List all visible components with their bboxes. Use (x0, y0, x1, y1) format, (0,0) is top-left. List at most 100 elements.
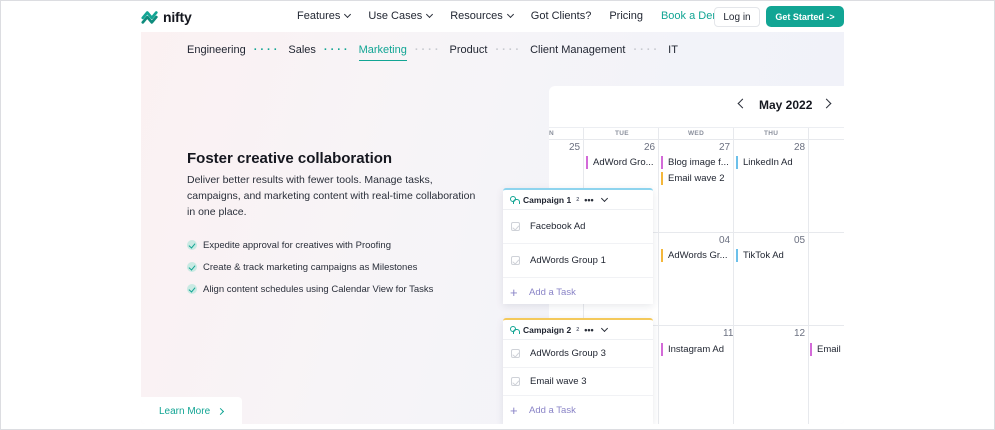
tab-client-management[interactable]: Client Management (530, 44, 625, 56)
tab-separator: ···· (253, 44, 281, 56)
calendar-month: May 2022 (759, 98, 813, 112)
use-case-tabs: Engineering ···· Sales ···· Marketing ··… (187, 44, 678, 61)
chevron-down-icon[interactable] (600, 324, 608, 332)
campaign-header[interactable]: Campaign 2 2 ••• (503, 320, 653, 340)
day-number: 04 (719, 235, 731, 246)
plus-icon: + (510, 284, 518, 300)
task-row[interactable]: Facebook Ad (503, 210, 653, 244)
nav-resources[interactable]: Resources (450, 10, 514, 22)
nav-resources-label: Resources (450, 10, 503, 22)
task-row[interactable]: Email wave 3 (503, 368, 653, 396)
calendar-event[interactable]: Blog image f... (661, 156, 731, 169)
task-label: AdWords Group 1 (530, 255, 606, 266)
check-circle-icon (187, 262, 197, 272)
more-options-icon[interactable]: ••• (584, 325, 593, 335)
feature-label: Create & track marketing campaigns as Mi… (203, 261, 418, 273)
feature-label: Expedite approval for creatives with Pro… (203, 239, 391, 251)
tab-marketing[interactable]: Marketing (358, 44, 408, 61)
nav-pricing-label: Pricing (609, 10, 643, 22)
task-label: Facebook Ad (530, 221, 586, 232)
get-started-button[interactable]: Get Started -> (766, 6, 844, 27)
task-checkbox[interactable] (511, 377, 520, 386)
tab-engineering[interactable]: Engineering (187, 44, 246, 56)
learn-more-link[interactable]: Learn More (141, 397, 242, 424)
grid-line (549, 139, 844, 140)
milestone-icon (510, 325, 520, 334)
campaign-name: Campaign 1 (523, 194, 572, 205)
add-task-label: Add a Task (529, 286, 576, 298)
campaign-card: Campaign 2 2 ••• AdWords Group 3 Email w… (503, 318, 653, 424)
task-row[interactable]: AdWords Group 3 (503, 340, 653, 368)
chevron-down-icon (506, 10, 514, 19)
chevron-right-icon[interactable] (821, 98, 832, 109)
campaign-name: Campaign 2 (523, 324, 572, 335)
day-number: 28 (794, 142, 806, 153)
tab-product[interactable]: Product (450, 44, 488, 56)
weekday-header: N (549, 130, 554, 137)
calendar-event[interactable]: AdWord Gro... (586, 156, 656, 169)
chevron-down-icon (344, 10, 352, 19)
tab-sales[interactable]: Sales (288, 44, 316, 56)
top-navbar: nifty Features Use Cases Resources Got C… (0, 0, 995, 32)
nav-use-cases[interactable]: Use Cases (368, 10, 434, 22)
more-options-icon[interactable]: ••• (584, 195, 593, 205)
tab-it[interactable]: IT (668, 44, 678, 56)
brand-name: nifty (163, 9, 192, 25)
campaign-header[interactable]: Campaign 1 2 ••• (503, 190, 653, 210)
nav-features[interactable]: Features (297, 10, 352, 22)
chevron-right-icon (217, 407, 225, 415)
weekday-header: TUE (615, 130, 629, 137)
hero-panel: Engineering ···· Sales ···· Marketing ··… (141, 32, 844, 424)
calendar-event[interactable]: Email wave 2 (661, 172, 731, 185)
feature-item: Expedite approval for creatives with Pro… (187, 234, 433, 256)
tab-separator: ···· (633, 44, 661, 56)
nav-got-clients-label: Got Clients? (530, 10, 592, 22)
calendar-event[interactable]: TikTok Ad (736, 249, 806, 262)
task-checkbox[interactable] (511, 222, 520, 231)
check-circle-icon (187, 284, 197, 294)
add-task-button[interactable]: + Add a Task (503, 278, 653, 306)
hero-copy: Foster creative collaboration Deliver be… (187, 150, 477, 220)
day-number: 12 (794, 328, 806, 339)
brand-logo[interactable]: nifty (141, 8, 192, 26)
weekday-header: WED (688, 130, 705, 137)
chevron-left-icon[interactable] (737, 98, 748, 109)
weekday-header: THU (764, 130, 779, 137)
chevron-down-icon[interactable] (600, 194, 608, 202)
grid-line (733, 128, 734, 424)
feature-label: Align content schedules using Calendar V… (203, 283, 434, 295)
task-label: AdWords Group 3 (530, 348, 606, 359)
hero-title: Foster creative collaboration (187, 150, 393, 167)
nav-pricing[interactable]: Pricing (609, 10, 643, 22)
feature-list: Expedite approval for creatives with Pro… (187, 234, 433, 300)
nifty-logo-icon (141, 11, 158, 24)
check-circle-icon (187, 240, 197, 250)
tab-separator: ···· (495, 44, 523, 56)
tab-separator: ···· (414, 44, 442, 56)
calendar-event[interactable]: LinkedIn Ad (736, 156, 806, 169)
add-task-label: Add a Task (529, 404, 576, 416)
task-count-badge: 2 (576, 326, 580, 333)
task-row[interactable]: AdWords Group 1 (503, 244, 653, 278)
day-number: 27 (719, 142, 731, 153)
feature-item: Align content schedules using Calendar V… (187, 278, 433, 300)
calendar-event[interactable]: AdWords Gr... (661, 249, 731, 262)
day-number: 26 (644, 142, 656, 153)
calendar-event[interactable]: Instagram Ad (661, 343, 731, 356)
hero-description: Deliver better results with fewer tools.… (187, 174, 476, 218)
task-checkbox[interactable] (511, 349, 520, 358)
day-number: 11 (723, 328, 734, 339)
calendar-event[interactable]: Email (810, 343, 844, 356)
nav-got-clients[interactable]: Got Clients? (531, 10, 592, 22)
grid-line (658, 128, 659, 424)
calendar-header: May 2022 (549, 86, 844, 128)
login-button[interactable]: Log in (714, 7, 760, 27)
task-count-badge: 2 (576, 196, 580, 203)
day-number: 25 (569, 142, 581, 153)
add-task-button[interactable]: + Add a Task (503, 396, 653, 424)
task-checkbox[interactable] (511, 256, 520, 265)
tab-separator: ···· (323, 44, 351, 56)
feature-item: Create & track marketing campaigns as Mi… (187, 256, 433, 278)
chevron-down-icon (426, 10, 434, 19)
grid-line (808, 128, 809, 424)
